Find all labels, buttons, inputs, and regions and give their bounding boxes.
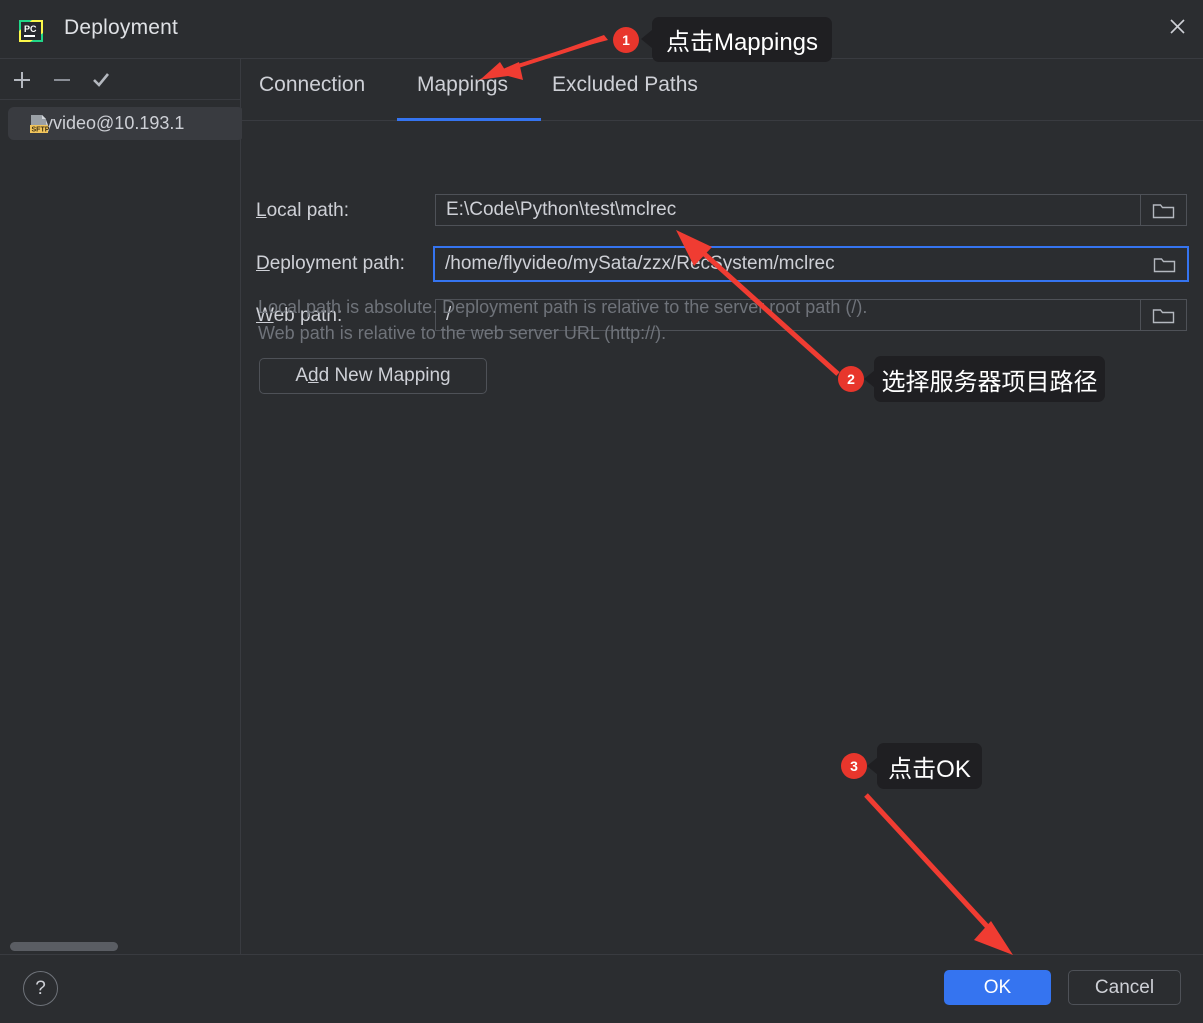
scrollbar-thumb[interactable] bbox=[10, 942, 118, 951]
cancel-button[interactable]: Cancel bbox=[1068, 970, 1181, 1005]
sftp-protocol-icon: SFTP bbox=[29, 114, 51, 134]
server-name-label: flyvideo@10.193.1 bbox=[35, 113, 185, 133]
active-tab-indicator bbox=[397, 118, 541, 121]
deployment-dialog: PC Deployment flyvideo@10.193.1 SFTP Con… bbox=[0, 0, 1203, 1023]
set-default-server-button[interactable] bbox=[86, 65, 116, 95]
deployment-path-label: Deployment path: bbox=[256, 253, 405, 275]
svg-text:SFTP: SFTP bbox=[32, 127, 50, 134]
hint-line-2: Web path is relative to the web server U… bbox=[258, 323, 667, 343]
add-mapping-mnemonic: d bbox=[308, 365, 319, 386]
deployment-path-value: /home/flyvideo/mySata/zzx/RecSystem/mclr… bbox=[445, 253, 835, 274]
add-new-mapping-button[interactable]: Add New Mapping bbox=[259, 358, 487, 394]
add-server-button[interactable] bbox=[7, 65, 37, 95]
web-path-folder-icon[interactable] bbox=[1140, 300, 1186, 330]
help-label: ? bbox=[35, 977, 46, 999]
close-icon[interactable] bbox=[1151, 0, 1203, 52]
servers-horizontal-scrollbar[interactable] bbox=[0, 940, 240, 953]
deployment-path-folder-icon[interactable] bbox=[1141, 248, 1187, 280]
local-path-label-rest: ocal path: bbox=[266, 200, 349, 221]
local-path-mnemonic: L bbox=[256, 200, 267, 221]
local-path-input[interactable]: E:\Code\Python\test\mclrec bbox=[435, 194, 1187, 226]
ok-button[interactable]: OK bbox=[944, 970, 1051, 1005]
tab-excluded-paths[interactable]: Excluded Paths bbox=[552, 73, 698, 97]
window-title: Deployment bbox=[64, 16, 179, 39]
title-bar: PC Deployment bbox=[0, 0, 1203, 59]
hint-line-1: Local path is absolute. Deployment path … bbox=[258, 297, 868, 317]
add-mapping-rest: d New Mapping bbox=[318, 365, 451, 386]
deployment-path-input[interactable]: /home/flyvideo/mySata/zzx/RecSystem/mclr… bbox=[433, 246, 1189, 282]
svg-text:PC: PC bbox=[24, 24, 37, 34]
local-path-folder-icon[interactable] bbox=[1140, 195, 1186, 225]
remove-server-button[interactable] bbox=[47, 65, 77, 95]
local-path-value: E:\Code\Python\test\mclrec bbox=[446, 199, 677, 220]
local-path-label: Local path: bbox=[256, 200, 349, 222]
deployment-path-mnemonic: D bbox=[256, 253, 270, 274]
tab-bar: Connection Mappings Excluded Paths bbox=[242, 59, 1203, 121]
tab-connection[interactable]: Connection bbox=[259, 73, 365, 97]
pycharm-logo-icon: PC bbox=[16, 17, 46, 45]
tab-mappings[interactable]: Mappings bbox=[417, 73, 508, 97]
question-mark-icon[interactable]: ? bbox=[23, 971, 58, 1006]
add-mapping-prefix: A bbox=[295, 365, 309, 386]
servers-panel: flyvideo@10.193.1 SFTP bbox=[0, 59, 244, 954]
deployment-path-label-rest: eployment path: bbox=[269, 253, 405, 274]
servers-toolbar bbox=[0, 59, 240, 100]
